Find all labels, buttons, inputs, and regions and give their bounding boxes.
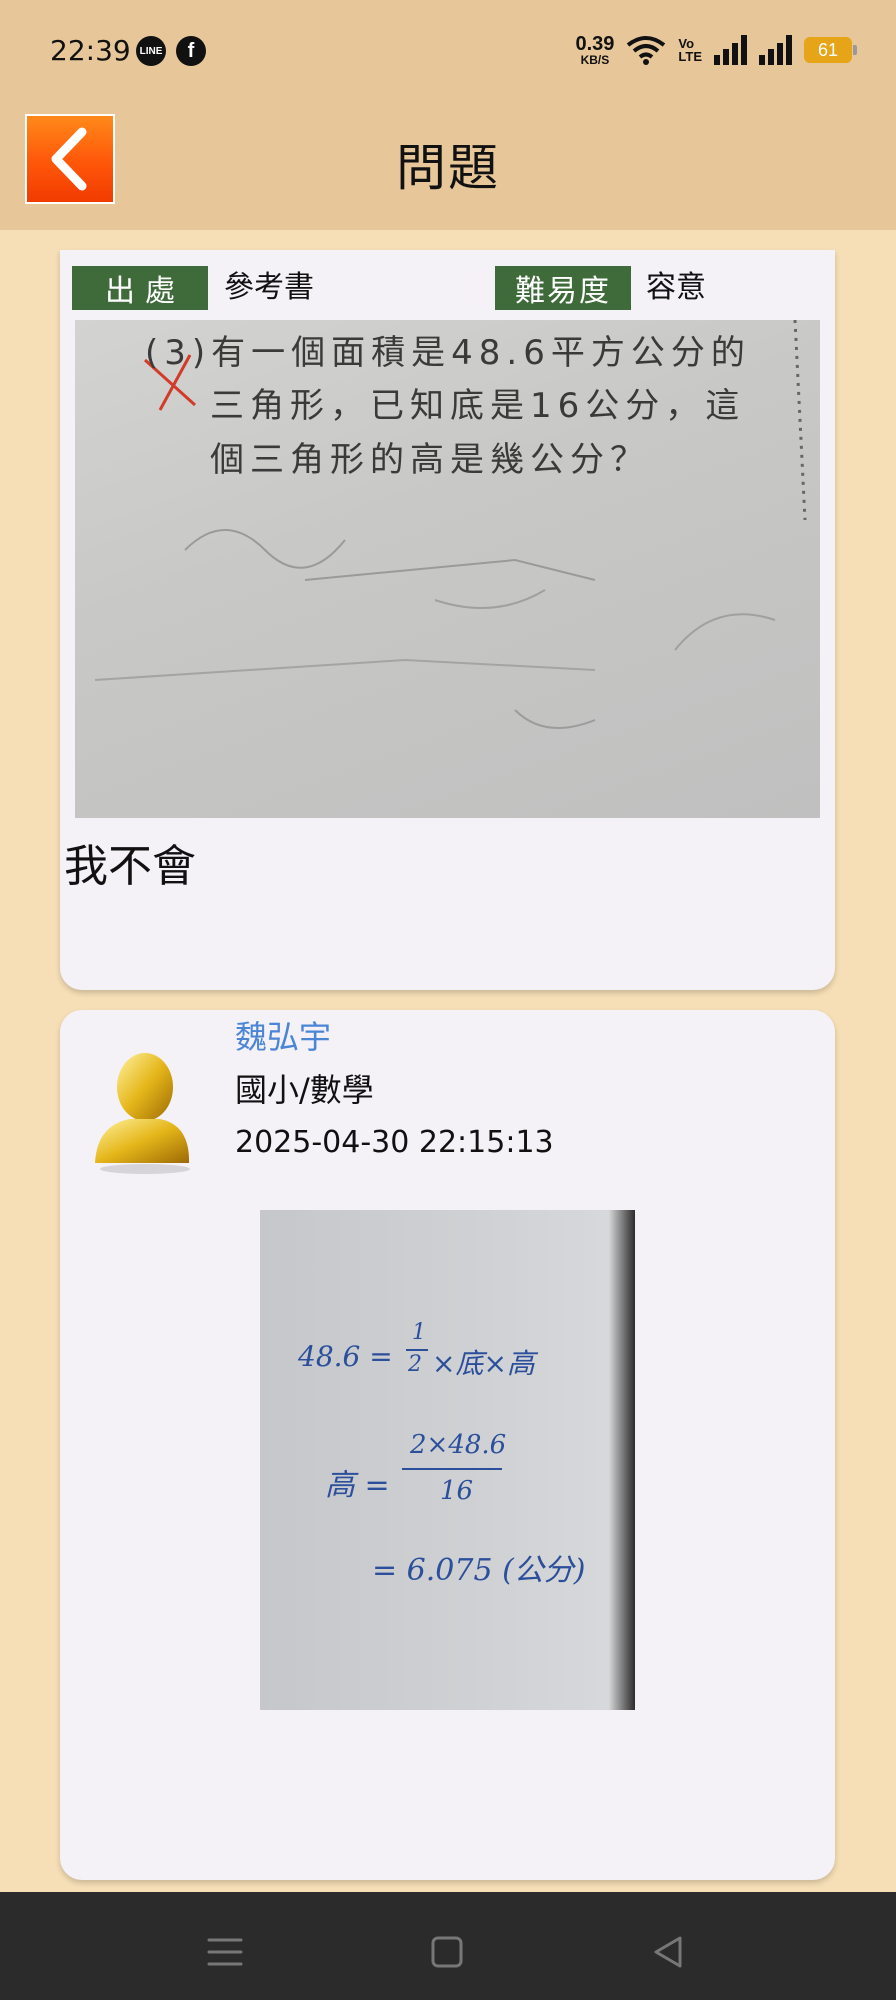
system-nav-bar — [0, 1892, 896, 2000]
question-text-line-3: 個三角形的高是幾公分？ — [210, 440, 650, 480]
back-triangle-icon[interactable] — [648, 1932, 688, 1972]
hw-frac1-den: 2 — [408, 1352, 422, 1377]
line-app-icon: LINE — [136, 36, 166, 66]
hw-frac1-bar — [406, 1349, 428, 1351]
hw-line1-left: 48.6 = — [298, 1340, 393, 1373]
status-time: 22:39 — [50, 34, 131, 67]
wifi-icon — [627, 36, 666, 65]
hw-line3: = 6.075 (公分) — [372, 1553, 586, 1588]
signal-2-icon — [759, 35, 792, 65]
hw-frac2-num: 2×48.6 — [410, 1430, 507, 1460]
volte-bottom: LTE — [678, 49, 702, 64]
question-card: 出處 參考書 難易度 容意 (3)有一個面積是48.6平方公分的 三角形，已知底… — [60, 250, 835, 990]
question-photo[interactable]: (3)有一個面積是48.6平方公分的 三角形，已知底是16公分，這 個三角形的高… — [75, 320, 820, 818]
app-bar: 問題 — [0, 100, 896, 230]
battery-icon: 61 — [804, 37, 857, 63]
page-title: 問題 — [396, 139, 500, 197]
hw-frac2-bar — [402, 1468, 502, 1470]
signal-1-icon — [714, 35, 747, 65]
hw-frac2-den: 16 — [440, 1476, 474, 1506]
author-name[interactable]: 魏弘宇 — [235, 1012, 331, 1058]
hw-frac1-num: 1 — [412, 1320, 426, 1345]
network-speed: 0.39 KB/S — [575, 34, 614, 66]
answer-card: 魏弘宇 國小/數學 2025-04-30 22:15:13 48.6 = 1 2… — [60, 1010, 835, 1880]
network-speed-unit: KB/S — [580, 53, 610, 67]
network-speed-value: 0.39 — [575, 33, 615, 55]
source-label: 出處 — [72, 266, 208, 310]
question-text-line-2: 三角形，已知底是16公分，這 — [210, 386, 746, 426]
status-bar: 22:39 LINE f 0.39 KB/S Vo LTE 61 — [0, 0, 896, 100]
difficulty-label: 難易度 — [495, 266, 631, 310]
menu-icon[interactable] — [205, 1932, 245, 1972]
user-avatar-icon[interactable] — [85, 1045, 195, 1175]
answer-photo[interactable]: 48.6 = 1 2 ×底×高 高 = 2×48.6 16 = 6.075 (公… — [260, 1210, 635, 1710]
home-square-icon[interactable] — [427, 1932, 467, 1972]
difficulty-value: 容意 — [646, 270, 706, 305]
question-note: 我不會 — [64, 841, 196, 892]
status-indicators: 0.39 KB/S Vo LTE 61 — [575, 30, 857, 70]
volte-indicator: Vo LTE — [678, 37, 702, 63]
battery-level: 61 — [817, 39, 839, 60]
post-timestamp: 2025-04-30 22:15:13 — [235, 1125, 554, 1160]
source-value: 參考書 — [224, 270, 314, 305]
hw-line1-right: ×底×高 — [432, 1347, 535, 1380]
question-text-line-1: (3)有一個面積是48.6平方公分的 — [145, 333, 751, 373]
hw-line2-left: 高 = — [325, 1468, 390, 1503]
subject-category: 國小/數學 — [235, 1071, 374, 1109]
facebook-app-icon: f — [176, 36, 206, 66]
